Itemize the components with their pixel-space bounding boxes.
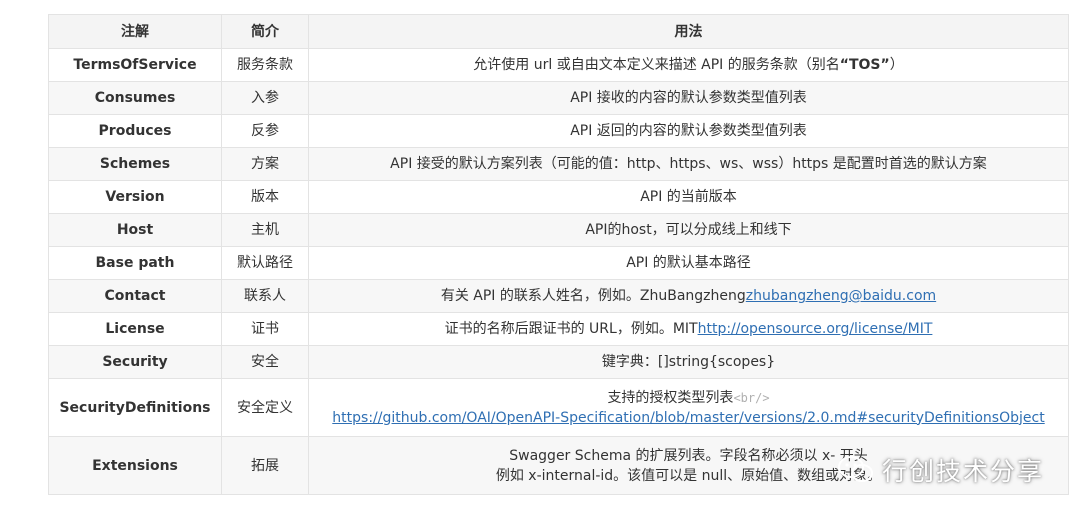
row-name: Security <box>48 345 222 379</box>
usage-line: https://github.com/OAI/OpenAPI-Specifica… <box>317 408 1060 428</box>
row-brief: 拓展 <box>221 436 309 495</box>
row-usage: 支持的授权类型列表<br/> https://github.com/OAI/Op… <box>308 378 1069 437</box>
row-brief: 服务条款 <box>221 48 309 82</box>
row-name: License <box>48 312 222 346</box>
row-brief: 联系人 <box>221 279 309 313</box>
row-usage: API 的当前版本 <box>308 180 1069 214</box>
row-usage: API 接收的内容的默认参数类型值列表 <box>308 81 1069 115</box>
row-brief: 安全 <box>221 345 309 379</box>
table-row: Base path 默认路径 API 的默认基本路径 <box>48 246 1069 280</box>
row-name: Host <box>48 213 222 247</box>
header-brief: 简介 <box>221 14 309 49</box>
row-usage: API 接受的默认方案列表（可能的值：http、https、ws、wss）htt… <box>308 147 1069 181</box>
usage-bold-text: “TOS” <box>839 57 890 73</box>
row-brief: 入参 <box>221 81 309 115</box>
row-name: Consumes <box>48 81 222 115</box>
usage-line: 支持的授权类型列表<br/> <box>317 388 1060 408</box>
wechat-icon <box>838 456 873 482</box>
table-header-row: 注解 简介 用法 <box>48 14 1069 49</box>
table-row: License 证书 证书的名称后跟证书的 URL，例如。MIThttp://o… <box>48 312 1069 346</box>
row-usage: 证书的名称后跟证书的 URL，例如。MIThttp://opensource.o… <box>308 312 1069 346</box>
row-brief: 版本 <box>221 180 309 214</box>
row-brief: 方案 <box>221 147 309 181</box>
usage-text: 支持的授权类型列表 <box>607 389 734 406</box>
table-row: Schemes 方案 API 接受的默认方案列表（可能的值：http、https… <box>48 147 1069 181</box>
table-row: Contact 联系人 有关 API 的联系人姓名，例如。ZhuBangzhen… <box>48 279 1069 313</box>
usage-tail-text: ） <box>889 57 904 73</box>
row-usage: API 返回的内容的默认参数类型值列表 <box>308 114 1069 148</box>
table-row: Host 主机 API的host，可以分成线上和线下 <box>48 213 1069 247</box>
row-brief: 默认路径 <box>221 246 309 280</box>
annotation-table: 注解 简介 用法 TermsOfService 服务条款 允许使用 url 或自… <box>48 14 1069 495</box>
header-annotation: 注解 <box>48 14 222 49</box>
table-row: Security 安全 键字典：[]string{scopes} <box>48 345 1069 379</box>
row-name: SecurityDefinitions <box>48 378 222 437</box>
row-usage: API 的默认基本路径 <box>308 246 1069 280</box>
row-usage: 键字典：[]string{scopes} <box>308 345 1069 379</box>
contact-email-link[interactable]: zhubangzheng@baidu.com <box>746 288 936 304</box>
row-name: Version <box>48 180 222 214</box>
security-definitions-link[interactable]: https://github.com/OAI/OpenAPI-Specifica… <box>332 410 1044 426</box>
row-name: Base path <box>48 246 222 280</box>
table-row: Produces 反参 API 返回的内容的默认参数类型值列表 <box>48 114 1069 148</box>
usage-text: 证书的名称后跟证书的 URL，例如。MIT <box>444 321 698 337</box>
row-name: Produces <box>48 114 222 148</box>
row-brief: 证书 <box>221 312 309 346</box>
row-brief: 安全定义 <box>221 378 309 437</box>
row-name: TermsOfService <box>48 48 222 82</box>
watermark: 行创技术分享 <box>836 452 1044 488</box>
header-usage: 用法 <box>308 14 1069 49</box>
table-row: Consumes 入参 API 接收的内容的默认参数类型值列表 <box>48 81 1069 115</box>
usage-text: 有关 API 的联系人姓名，例如。ZhuBangzheng <box>440 288 746 304</box>
usage-text: 允许使用 url 或自由文本定义来描述 API 的服务条款（别名 <box>473 57 840 73</box>
table-row: SecurityDefinitions 安全定义 支持的授权类型列表<br/> … <box>48 378 1069 437</box>
row-name: Extensions <box>48 436 222 495</box>
row-usage: API的host，可以分成线上和线下 <box>308 213 1069 247</box>
row-brief: 主机 <box>221 213 309 247</box>
row-usage: 允许使用 url 或自由文本定义来描述 API 的服务条款（别名“TOS”） <box>308 48 1069 82</box>
br-tag-text: <br/> <box>733 390 770 405</box>
row-name: Contact <box>48 279 222 313</box>
row-brief: 反参 <box>221 114 309 148</box>
row-usage: 有关 API 的联系人姓名，例如。ZhuBangzhengzhubangzhen… <box>308 279 1069 313</box>
row-name: Schemes <box>48 147 222 181</box>
table-row: Version 版本 API 的当前版本 <box>48 180 1069 214</box>
watermark-text: 行创技术分享 <box>882 457 1045 486</box>
table-row: TermsOfService 服务条款 允许使用 url 或自由文本定义来描述 … <box>48 48 1069 82</box>
license-url-link[interactable]: http://opensource.org/license/MIT <box>698 321 933 337</box>
